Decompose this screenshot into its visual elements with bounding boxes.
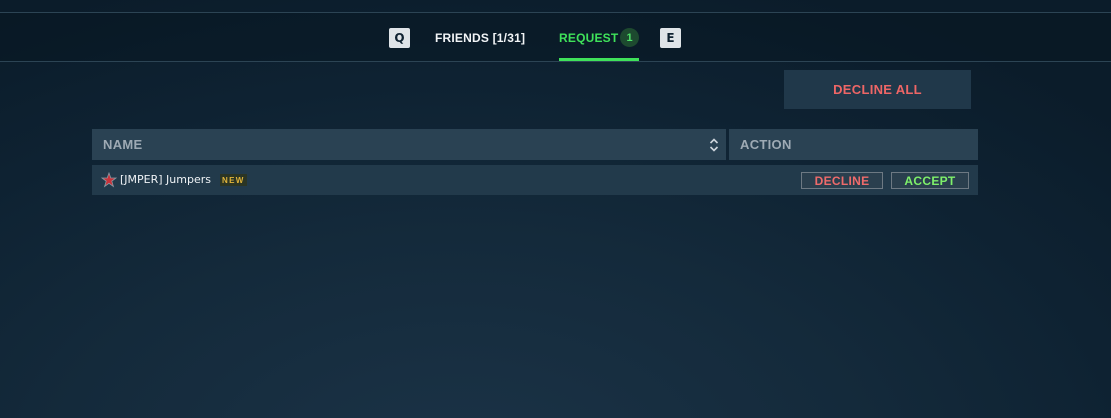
active-tab-underline bbox=[559, 58, 639, 61]
next-tab-key-hint[interactable]: E bbox=[660, 28, 681, 48]
request-count-badge: 1 bbox=[620, 28, 639, 47]
tab-bar bbox=[0, 13, 1111, 61]
accept-button[interactable]: ACCEPT bbox=[891, 172, 969, 189]
table-row: [JMPER] Jumpers NEW DECLINE ACCEPT bbox=[92, 165, 978, 195]
new-badge: NEW bbox=[220, 174, 247, 186]
tab-friends[interactable]: FRIENDS [1/31] bbox=[435, 31, 525, 45]
player-name: [JMPER] Jumpers bbox=[120, 173, 211, 186]
prev-tab-key-hint[interactable]: Q bbox=[389, 28, 410, 48]
tab-request[interactable]: REQUEST bbox=[559, 31, 618, 45]
name-column-header[interactable]: NAME bbox=[92, 129, 726, 160]
action-column-header: ACTION bbox=[729, 129, 978, 160]
sort-icon[interactable] bbox=[709, 138, 719, 152]
decline-button[interactable]: DECLINE bbox=[801, 172, 883, 189]
tab-divider bbox=[0, 61, 1111, 62]
decline-all-button[interactable]: DECLINE ALL bbox=[784, 70, 971, 109]
action-column-label: ACTION bbox=[740, 137, 792, 152]
star-flag-icon bbox=[101, 172, 117, 188]
name-column-label: NAME bbox=[103, 137, 143, 152]
